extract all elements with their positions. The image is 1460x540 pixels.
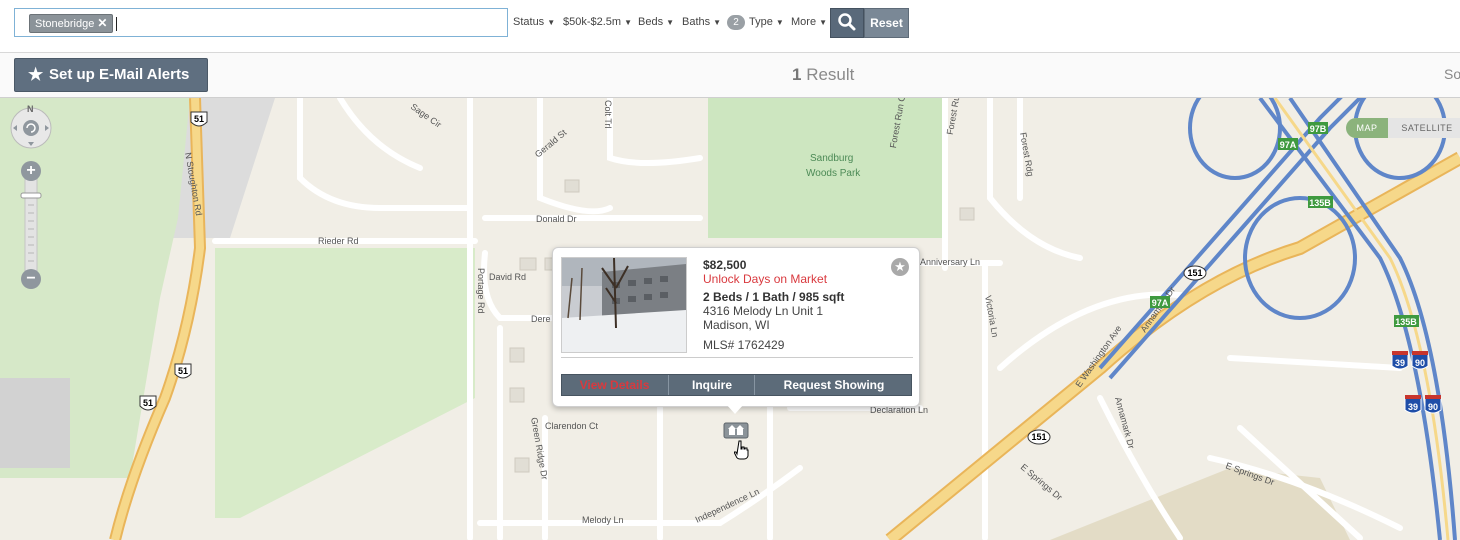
svg-text:135B: 135B — [1309, 198, 1331, 208]
baths-filter[interactable]: Baths ▼ — [682, 16, 721, 28]
listing-photo[interactable] — [561, 257, 687, 353]
svg-text:97B: 97B — [1310, 124, 1327, 134]
text-caret — [116, 17, 117, 31]
zoom-out-button[interactable]: − — [21, 269, 41, 289]
type-filter-label: Type — [749, 16, 773, 28]
svg-text:Colt Trl: Colt Trl — [603, 100, 613, 129]
svg-text:39: 39 — [1395, 358, 1405, 368]
reset-button[interactable]: Reset — [864, 8, 909, 38]
unlock-days-link[interactable]: Unlock Days on Market — [703, 272, 827, 286]
svg-text:Anniversary Ln: Anniversary Ln — [920, 257, 980, 267]
location-tag-label: Stonebridge — [35, 18, 95, 30]
svg-text:97A: 97A — [1152, 298, 1169, 308]
svg-text:51: 51 — [143, 398, 153, 408]
listing-actions: View Details Inquire Request Showing — [561, 374, 912, 396]
search-input[interactable]: Stonebridge ✕ — [14, 8, 508, 37]
svg-text:151: 151 — [1031, 432, 1046, 442]
svg-text:Donald Dr: Donald Dr — [536, 214, 577, 224]
chevron-down-icon: ▼ — [819, 18, 827, 27]
email-alerts-label: Set up E-Mail Alerts — [49, 66, 190, 83]
svg-text:39: 39 — [1408, 402, 1418, 412]
favorite-star-icon[interactable]: ★ — [891, 258, 909, 276]
beds-filter-label: Beds — [638, 16, 664, 28]
listing-price: $82,500 — [703, 258, 747, 272]
status-filter[interactable]: Status ▼ — [513, 16, 555, 28]
listing-mls: MLS# 1762429 — [703, 338, 785, 352]
view-details-button[interactable]: View Details — [562, 375, 667, 395]
svg-text:Sandburg: Sandburg — [810, 153, 853, 164]
result-count: 1 Result — [792, 65, 854, 85]
chevron-down-icon: ▼ — [624, 18, 633, 27]
svg-text:135B: 135B — [1395, 317, 1417, 327]
house-photo-image — [562, 258, 686, 352]
chevron-down-icon: ▼ — [775, 18, 784, 27]
price-filter[interactable]: $50k-$2.5m ▼ — [563, 16, 632, 28]
result-label: Result — [806, 65, 855, 84]
svg-text:Melody Ln: Melody Ln — [582, 515, 624, 525]
sort-dropdown[interactable]: So — [1444, 66, 1460, 82]
svg-text:Annamark Dr: Annamark Dr — [1113, 396, 1136, 450]
type-filter[interactable]: Type ▼ — [749, 16, 784, 28]
svg-text:151: 151 — [1187, 268, 1202, 278]
email-alerts-button[interactable]: ★ Set up E-Mail Alerts — [14, 58, 208, 92]
search-button[interactable] — [830, 8, 864, 38]
chevron-down-icon: ▼ — [547, 18, 556, 27]
svg-text:97A: 97A — [1280, 140, 1297, 150]
zoom-in-button[interactable]: + — [21, 161, 41, 181]
map-type-toggle: MAP SATELLITE — [1346, 118, 1460, 138]
chevron-down-icon: ▼ — [713, 18, 722, 27]
popup-pointer — [726, 404, 744, 414]
search-toolbar: Stonebridge ✕ Status ▼ $50k-$2.5m ▼ Beds ▼ B… — [0, 0, 1460, 53]
location-tag[interactable]: Stonebridge ✕ — [29, 14, 114, 33]
search-icon — [838, 13, 856, 31]
svg-text:90: 90 — [1428, 402, 1438, 412]
type-count-badge: 2 — [727, 15, 745, 30]
svg-text:Rieder Rd: Rieder Rd — [318, 236, 359, 246]
baths-filter-label: Baths — [682, 16, 711, 28]
listing-popup: $82,500 Unlock Days on Market 2 Beds / 1… — [552, 247, 920, 407]
listing-address-line2: Madison, WI — [703, 318, 770, 332]
zoom-control: + − — [17, 157, 45, 292]
price-filter-label: $50k-$2.5m — [563, 16, 622, 28]
svg-text:Portage Rd: Portage Rd — [476, 268, 486, 314]
star-icon: ★ — [28, 65, 44, 84]
results-bar: ★ Set up E-Mail Alerts 1 Result So — [0, 53, 1460, 98]
svg-text:51: 51 — [178, 366, 188, 376]
inquire-button[interactable]: Inquire — [668, 375, 755, 395]
beds-filter[interactable]: Beds ▼ — [638, 16, 674, 28]
svg-text:Woods Park: Woods Park — [806, 168, 861, 179]
request-showing-button[interactable]: Request Showing — [754, 375, 913, 395]
chevron-down-icon: ▼ — [666, 18, 674, 27]
listing-address-line1: 4316 Melody Ln Unit 1 — [703, 304, 824, 318]
svg-text:Sage Cir: Sage Cir — [409, 101, 443, 129]
satellite-view-button[interactable]: SATELLITE — [1394, 118, 1460, 138]
svg-text:E Springs Dr: E Springs Dr — [1019, 462, 1065, 502]
property-marker-icon[interactable] — [723, 421, 750, 440]
svg-text:Dere: Dere — [531, 314, 551, 324]
status-filter-label: Status — [513, 16, 545, 28]
more-filter-label: More — [791, 16, 817, 28]
svg-text:90: 90 — [1415, 358, 1425, 368]
map-view-button[interactable]: MAP — [1346, 118, 1388, 138]
hand-cursor-icon — [733, 440, 750, 460]
svg-text:Clarendon Ct: Clarendon Ct — [545, 421, 599, 431]
remove-tag-icon[interactable]: ✕ — [97, 16, 107, 30]
svg-text:David Rd: David Rd — [489, 272, 526, 282]
result-number: 1 — [792, 65, 802, 84]
north-indicator: N — [27, 104, 34, 114]
more-filter[interactable]: More ▼ — [791, 16, 827, 28]
popup-divider — [561, 357, 913, 358]
svg-text:51: 51 — [194, 114, 204, 124]
listing-details: 2 Beds / 1 Bath / 985 sqft — [703, 290, 845, 304]
pan-control[interactable]: N — [8, 104, 54, 151]
